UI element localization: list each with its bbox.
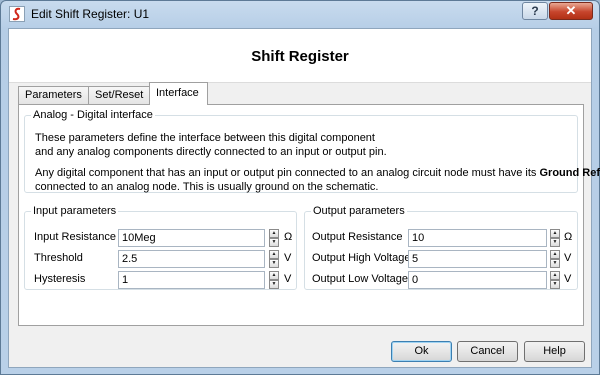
threshold-label: Threshold — [34, 252, 83, 264]
output-high-voltage-spinner[interactable]: ▲ ▼ — [550, 250, 560, 268]
cancel-button[interactable]: Cancel — [457, 341, 518, 362]
output-resistance-unit: Ω — [564, 231, 573, 243]
output-resistance-field[interactable]: 10 — [408, 229, 547, 247]
analog-description-line2: and any analog components directly conne… — [35, 146, 387, 158]
hysteresis-unit: V — [284, 273, 292, 285]
output-low-voltage-label: Output Low Voltage — [312, 273, 409, 285]
hysteresis-field[interactable]: 1 — [118, 271, 265, 289]
window-title: Edit Shift Register: U1 — [31, 7, 150, 21]
interface-tab-panel: Analog - Digital interface These paramet… — [18, 104, 600, 326]
spin-up-icon[interactable]: ▲ — [550, 250, 560, 259]
output-low-voltage-field[interactable]: 0 — [408, 271, 547, 289]
ok-button[interactable]: Ok — [391, 341, 452, 362]
output-parameters-group: Output parameters Output Resistance 10 ▲… — [304, 206, 578, 290]
input-parameters-group: Input parameters Input Resistance 10Meg … — [24, 206, 297, 290]
dialog-heading: Shift Register — [251, 48, 349, 65]
output-high-voltage-label: Output High Voltage — [312, 252, 411, 264]
spin-down-icon[interactable]: ▼ — [550, 259, 560, 268]
analog-group-legend: Analog - Digital interface — [33, 109, 153, 121]
ground-ref-bold: Ground Ref — [539, 167, 600, 179]
tab-interface[interactable]: Interface — [149, 82, 208, 105]
output-low-voltage-unit: V — [564, 273, 572, 285]
input-resistance-label: Input Resistance — [34, 231, 116, 243]
spin-down-icon[interactable]: ▼ — [269, 238, 279, 247]
output-low-voltage-spinner[interactable]: ▲ ▼ — [550, 271, 560, 289]
titlebar-help-button[interactable]: ? — [522, 2, 548, 20]
app-logo-icon — [9, 6, 25, 22]
close-button[interactable]: ✕ — [549, 2, 593, 20]
spin-up-icon[interactable]: ▲ — [269, 271, 279, 280]
output-high-voltage-field[interactable]: 5 — [408, 250, 547, 268]
output-group-legend: Output parameters — [313, 205, 405, 217]
input-resistance-field[interactable]: 10Meg — [118, 229, 265, 247]
analog-digital-group: Analog - Digital interface These paramet… — [24, 109, 600, 193]
analog-description-line1: These parameters define the interface be… — [35, 132, 375, 144]
spin-up-icon[interactable]: ▲ — [550, 271, 560, 280]
input-resistance-spinner[interactable]: ▲ ▼ — [269, 229, 279, 247]
help-button[interactable]: Help — [524, 341, 585, 362]
spin-up-icon[interactable]: ▲ — [269, 250, 279, 259]
input-resistance-unit: Ω — [284, 231, 293, 243]
output-high-voltage-unit: V — [564, 252, 572, 264]
spin-down-icon[interactable]: ▼ — [550, 280, 560, 289]
dialog-client: Shift Register Parameters Set/Reset Inte… — [8, 28, 600, 368]
tab-set-reset[interactable]: Set/Reset — [88, 86, 150, 105]
title-bar[interactable]: Edit Shift Register: U1 ? ✕ — [1, 1, 599, 28]
spin-up-icon[interactable]: ▲ — [269, 229, 279, 238]
output-resistance-label: Output Resistance — [312, 231, 403, 243]
hysteresis-spinner[interactable]: ▲ ▼ — [269, 271, 279, 289]
hysteresis-label: Hysteresis — [34, 273, 86, 285]
tab-parameters[interactable]: Parameters — [18, 86, 89, 105]
dialog-window: Edit Shift Register: U1 ? ✕ Shift Regist… — [0, 0, 600, 375]
analog-description-line3: Any digital component that has an input … — [35, 166, 600, 180]
threshold-spinner[interactable]: ▲ ▼ — [269, 250, 279, 268]
input-group-legend: Input parameters — [33, 205, 117, 217]
spin-down-icon[interactable]: ▼ — [269, 280, 279, 289]
analog-description-line4: connected to an analog node. This is usu… — [35, 181, 379, 193]
threshold-field[interactable]: 2.5 — [118, 250, 265, 268]
header-band: Shift Register — [9, 29, 591, 83]
output-resistance-spinner[interactable]: ▲ ▼ — [550, 229, 560, 247]
ground-ref-pre: Any digital component that has an input … — [35, 167, 540, 179]
spin-up-icon[interactable]: ▲ — [550, 229, 560, 238]
spin-down-icon[interactable]: ▼ — [550, 238, 560, 247]
threshold-unit: V — [284, 252, 292, 264]
spin-down-icon[interactable]: ▼ — [269, 259, 279, 268]
